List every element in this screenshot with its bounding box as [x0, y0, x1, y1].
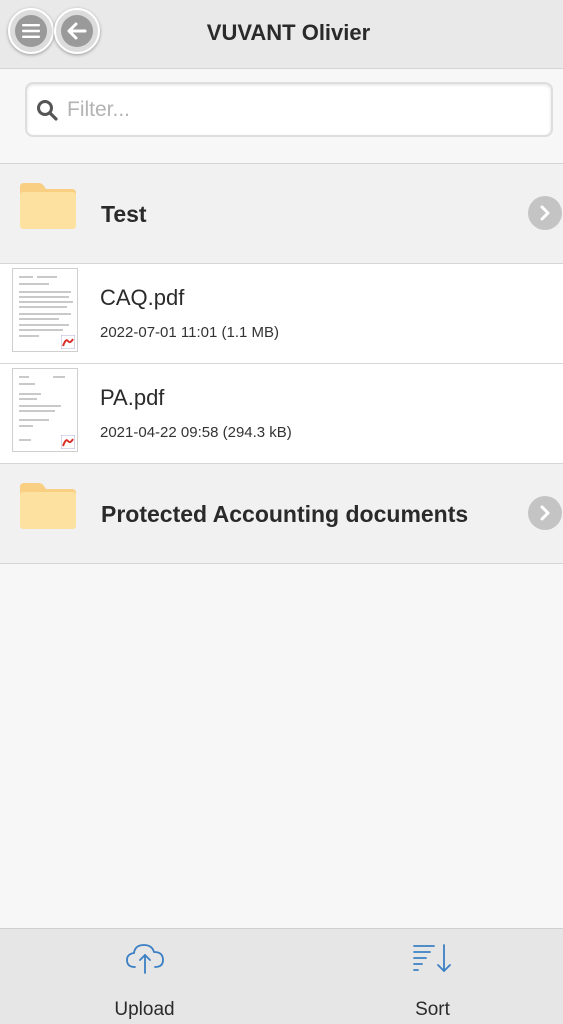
pdf-thumbnail	[12, 268, 78, 352]
search-icon	[37, 100, 58, 121]
folder-name: Protected Accounting documents	[101, 501, 469, 527]
file-list: Test CAQ.pdf 2022-07-01 11:01 (1.1 MB) P…	[0, 164, 563, 564]
file-row-caq[interactable]: CAQ.pdf 2022-07-01 11:01 (1.1 MB)	[0, 264, 563, 364]
sort-label: Sort	[415, 999, 450, 1020]
pdf-thumbnail	[12, 368, 78, 452]
upload-button[interactable]: Upload	[4, 929, 285, 1024]
file-meta: 2021-04-22 09:58 (294.3 kB)	[100, 424, 292, 441]
pdf-badge-icon	[61, 435, 75, 449]
file-row-pa[interactable]: PA.pdf 2021-04-22 09:58 (294.3 kB)	[0, 364, 563, 464]
page-title: VUVANT Olivier	[206, 20, 371, 45]
chevron-right-icon[interactable]	[528, 196, 562, 230]
folder-row-protected-accounting[interactable]: Protected Accounting documents	[0, 464, 563, 564]
pdf-badge-icon	[61, 335, 75, 349]
cloud-upload-icon	[124, 941, 166, 975]
filter-bar	[0, 69, 563, 164]
filter-box[interactable]	[25, 82, 553, 137]
filter-input[interactable]	[67, 92, 537, 128]
folder-name: Test	[101, 201, 147, 227]
chevron-right-icon[interactable]	[528, 496, 562, 530]
header-bar: VUVANT Olivier	[0, 0, 563, 69]
upload-label: Upload	[114, 999, 175, 1020]
sort-icon	[412, 941, 454, 975]
sort-button[interactable]: Sort	[292, 929, 563, 1024]
folder-row-test[interactable]: Test	[0, 164, 563, 264]
footer-toolbar: Upload Sort	[0, 928, 563, 1024]
folder-icon	[20, 183, 76, 229]
file-name: CAQ.pdf	[100, 285, 185, 310]
folder-icon	[20, 483, 76, 529]
file-meta: 2022-07-01 11:01 (1.1 MB)	[100, 324, 279, 341]
file-name: PA.pdf	[100, 385, 165, 410]
